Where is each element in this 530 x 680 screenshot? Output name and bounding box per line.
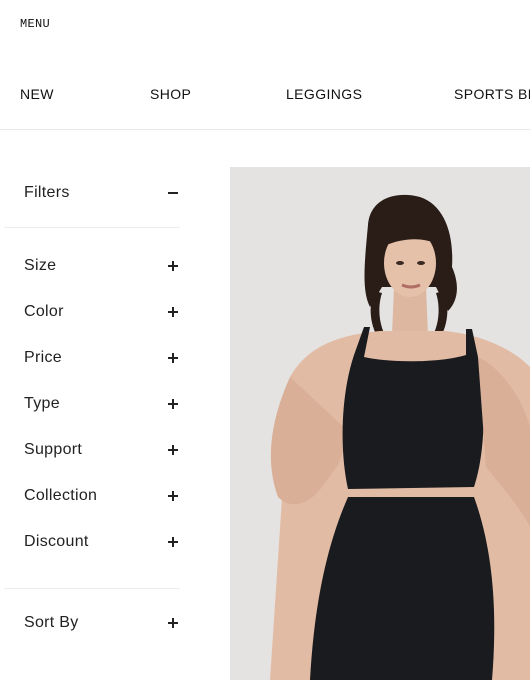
filter-label: Size <box>24 257 57 274</box>
filter-support[interactable]: Support <box>24 438 182 462</box>
nav-link-shop[interactable]: SHOP <box>150 86 191 102</box>
top-navigation: NEW SHOP LEGGINGS SPORTS BRAS <box>0 80 530 110</box>
plus-icon <box>166 397 180 411</box>
sort-by-toggle[interactable]: Sort By <box>24 611 182 635</box>
filter-price[interactable]: Price <box>24 346 182 370</box>
filter-label: Support <box>24 441 83 458</box>
filter-label: Discount <box>24 533 89 550</box>
filter-label: Collection <box>24 487 98 504</box>
nav-link-new[interactable]: NEW <box>20 86 54 102</box>
minus-icon <box>166 186 180 200</box>
filter-collection[interactable]: Collection <box>24 484 182 508</box>
page: MENU NEW SHOP LEGGINGS SPORTS BRAS Filte… <box>0 0 530 680</box>
plus-icon <box>166 616 180 630</box>
filters-divider <box>4 227 180 228</box>
model-photo-illustration <box>230 167 530 680</box>
sort-divider <box>4 588 180 589</box>
plus-icon <box>166 305 180 319</box>
filter-label: Price <box>24 349 62 366</box>
nav-link-sports-bras[interactable]: SPORTS BRAS <box>454 86 530 102</box>
menu-button[interactable]: MENU <box>20 17 50 31</box>
filter-color[interactable]: Color <box>24 300 182 324</box>
filter-label: Color <box>24 303 64 320</box>
plus-icon <box>166 535 180 549</box>
filter-discount[interactable]: Discount <box>24 530 182 554</box>
plus-icon <box>166 443 180 457</box>
nav-link-leggings[interactable]: LEGGINGS <box>286 86 362 102</box>
product-image[interactable] <box>230 167 530 680</box>
plus-icon <box>166 489 180 503</box>
filter-label: Type <box>24 395 60 412</box>
filter-size[interactable]: Size <box>24 254 182 278</box>
filter-type[interactable]: Type <box>24 392 182 416</box>
plus-icon <box>166 351 180 365</box>
filters-sidebar: Filters Size Color Price Type Support Co… <box>0 130 200 680</box>
filters-toggle[interactable]: Filters <box>24 181 182 205</box>
sort-by-label: Sort By <box>24 614 79 631</box>
plus-icon <box>166 259 180 273</box>
filters-title: Filters <box>24 184 70 201</box>
